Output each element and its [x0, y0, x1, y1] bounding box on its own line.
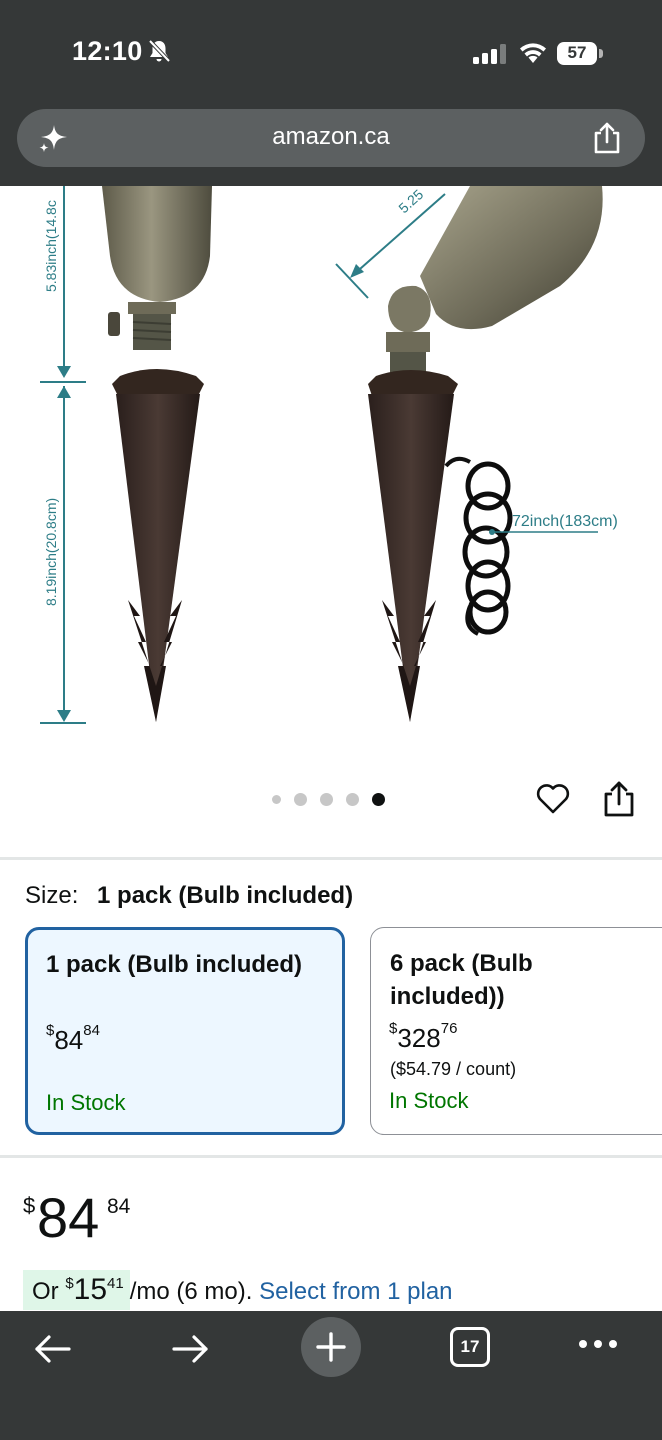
section-divider: [0, 1155, 662, 1158]
installment-fraction: 41: [107, 1275, 124, 1292]
option-price-currency: $: [46, 1022, 55, 1039]
carousel-dot[interactable]: [346, 792, 359, 806]
option-price-whole: 84: [54, 1025, 84, 1055]
bell-off-icon: [148, 39, 171, 63]
head-height-label: 5.83inch(14.8c: [43, 200, 59, 292]
size-option-6-pack[interactable]: 6 pack (Bulb included)) $32876 ($54.79 /…: [370, 927, 662, 1135]
plus-icon: [316, 1332, 346, 1362]
tab-count: 17: [460, 1337, 480, 1356]
option-price: $8484: [46, 1022, 100, 1056]
battery-level: 57: [567, 43, 587, 62]
option-title: 1 pack (Bulb included): [46, 951, 303, 978]
browser-bottom-toolbar: 17: [0, 1311, 662, 1440]
status-time: 12:10: [72, 36, 143, 66]
browser-top-chrome: 12:10 57 amazon.ca: [0, 0, 662, 186]
carousel-dot[interactable]: [294, 792, 307, 806]
address-bar[interactable]: amazon.ca: [17, 109, 645, 167]
right-light-fixture: [368, 186, 603, 722]
option-price-currency: $: [389, 1020, 398, 1037]
heart-icon[interactable]: [535, 780, 571, 816]
head-length-label: 5.25: [395, 186, 426, 216]
installment-prefix: Or: [32, 1278, 66, 1305]
size-option-1-pack[interactable]: 1 pack (Bulb included) $8484 In Stock: [25, 927, 345, 1135]
cable-length-label: 72inch(183cm): [512, 513, 618, 530]
select-plan-link[interactable]: Select from 1 plan: [259, 1278, 452, 1305]
carousel-dot[interactable]: [272, 794, 281, 804]
new-tab-button[interactable]: [301, 1317, 361, 1377]
installment-whole: 15: [73, 1273, 108, 1306]
battery-tip: [599, 49, 603, 58]
option-stock-status: In Stock: [389, 1088, 469, 1113]
wifi-icon: [520, 43, 546, 63]
installment-offer: Or $1541/mo (6 mo). Select from 1 plan: [23, 1270, 453, 1310]
signal-icon: [473, 44, 506, 64]
option-stock-status: In Stock: [46, 1090, 126, 1115]
product-photo: 5.83inch(14.8c 8.19inch(20.8cm) 5.25 72i…: [40, 186, 618, 724]
carousel-dot[interactable]: [320, 792, 333, 806]
left-light-fixture: [102, 186, 212, 722]
option-price: $32876: [389, 1020, 458, 1054]
image-carousel-dots[interactable]: [272, 792, 385, 806]
option-unit-price: ($54.79 / count): [390, 1059, 517, 1079]
more-icon[interactable]: [578, 1338, 618, 1350]
price-fraction: 84: [107, 1195, 131, 1218]
price-currency: $: [23, 1193, 36, 1218]
tabs-button[interactable]: 17: [450, 1327, 490, 1367]
share-icon[interactable]: [602, 779, 636, 819]
url-text[interactable]: amazon.ca: [17, 123, 645, 151]
forward-arrow-icon[interactable]: [171, 1329, 211, 1369]
carousel-dot-active[interactable]: [372, 792, 385, 806]
option-price-fraction: 84: [83, 1022, 100, 1039]
option-price-fraction: 76: [440, 1020, 458, 1037]
share-icon[interactable]: [591, 121, 623, 155]
price-whole: 84: [37, 1186, 100, 1249]
installment-amount: Or $1541: [23, 1270, 130, 1310]
size-selected-value: 1 pack (Bulb included): [97, 882, 354, 909]
option-price-whole: 328: [397, 1023, 441, 1053]
stake-height-label: 8.19inch(20.8cm): [43, 498, 59, 606]
size-selector-header: Size: 1 pack (Bulb included): [25, 882, 353, 910]
installment-currency: $: [65, 1275, 74, 1292]
product-image[interactable]: 5.83inch(14.8c 8.19inch(20.8cm) 5.25 72i…: [0, 186, 662, 756]
option-title: 6 pack (Bulb included)): [390, 950, 533, 1010]
back-arrow-icon[interactable]: [32, 1329, 72, 1369]
installment-term: /mo (6 mo).: [129, 1278, 260, 1305]
battery-indicator: 57: [557, 42, 603, 66]
size-label: Size:: [25, 882, 79, 909]
section-divider: [0, 857, 662, 860]
